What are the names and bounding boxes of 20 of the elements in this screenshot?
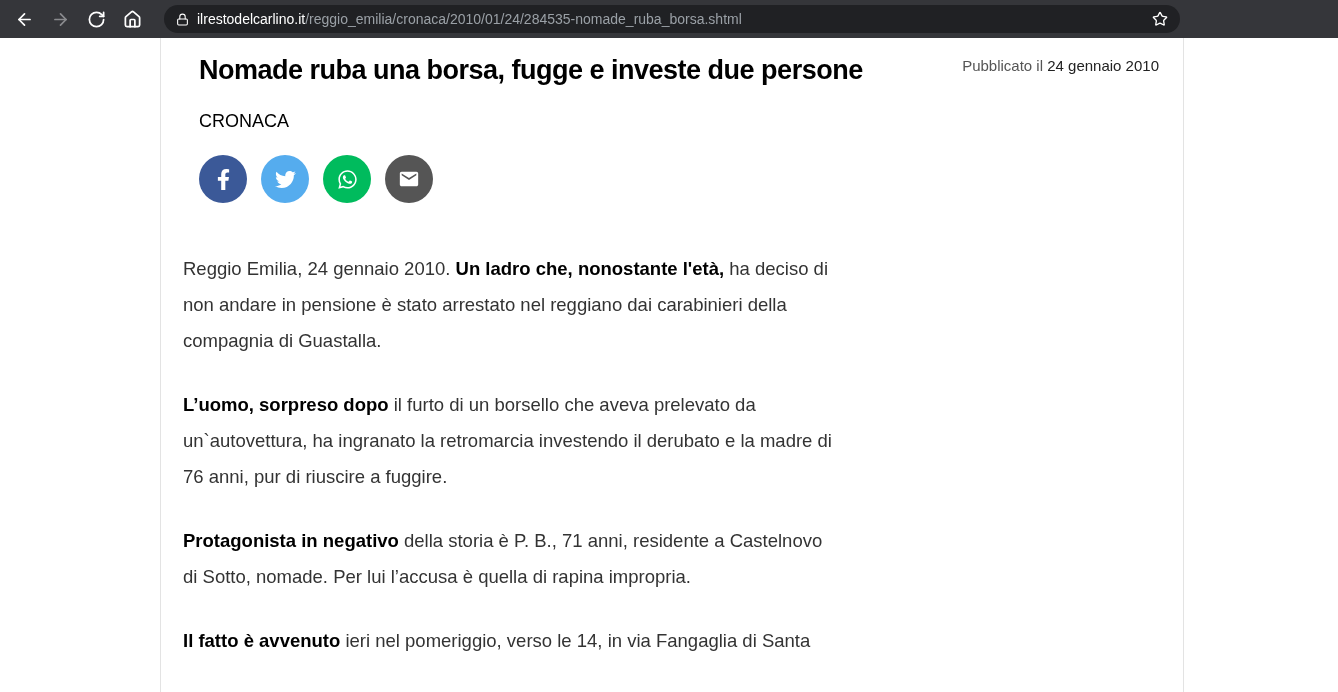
address-bar[interactable]: ilrestodelcarlino.it/reggio_emilia/cronaca/2010/01/24/284535-nomade_ruba_borsa.shtml — [164, 5, 1180, 33]
article-paragraph: Protagonista in negativo della storia è P. B., 71 anni, residente a Castelnovo di Sotto, nomade. Per lui l’accusa è quella di rapina impropria. — [183, 529, 824, 589]
section-label: CRONACA — [199, 111, 289, 131]
published-label: Pubblicato il — [962, 57, 1045, 74]
whatsapp-logo-icon — [336, 168, 358, 190]
bookmark-star-icon[interactable] — [1152, 11, 1168, 27]
whatsapp-share-button[interactable] — [323, 155, 371, 203]
lock-icon — [176, 12, 189, 26]
url-path: /reggio_emilia/cronaca/2010/01/24/284535-nomade_ruba_borsa.shtml — [305, 10, 742, 27]
article-title: Nomade ruba una borsa, fugge e investe due persone — [199, 54, 863, 87]
reload-icon — [86, 9, 106, 29]
home-icon — [122, 9, 142, 29]
article-paragraph: Reggio Emilia, 24 gennaio 2010. Un ladro che, nonostante l'età, ha deciso di non andare in pensione è stato arrestato nel reggiano dai carabinieri della compagnia di Guastalla. — [183, 257, 829, 353]
facebook-share-button[interactable] — [199, 155, 247, 203]
article-paragraph: Il fatto è avvenuto ieri nel pomeriggio, verso le 14, in via Fangaglia di Santa — [183, 629, 812, 653]
bird-logo-icon — [274, 168, 296, 190]
url-domain: ilrestodelcarlino.it — [197, 10, 306, 27]
article-paragraph: L’uomo, sorpreso dopo il furto di un borsello che aveva prelevato da un`autovettura, ha ingranato la retromarcia investendo il derubato e la madre di 76 anni, pur di riuscire a fuggire. — [183, 393, 833, 489]
email-share-button[interactable] — [385, 155, 433, 203]
published-date: 24 gennaio 2010 — [1047, 57, 1159, 74]
